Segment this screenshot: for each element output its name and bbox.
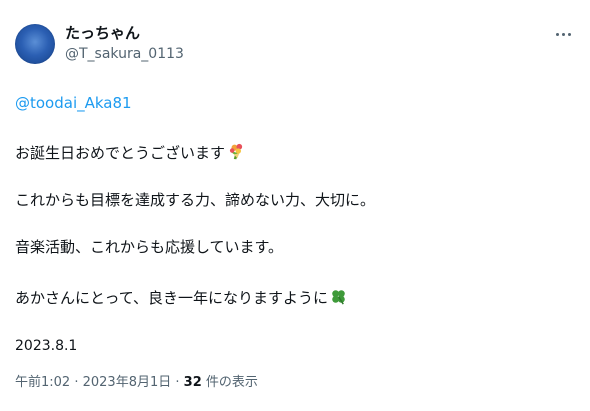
separator: · [171, 375, 184, 390]
tweet-text: あかさんにとって、良き一年になりますように [15, 289, 329, 307]
views-count[interactable]: 32 [184, 375, 202, 390]
tweet-text-line: 音楽活動、これからも応援しています。 [15, 238, 284, 256]
more-options-icon-dot [561, 32, 565, 36]
tweet-metadata: 午前1:02 · 2023年8月1日 · 32 件の表示 [15, 374, 258, 392]
more-options-icon [555, 32, 559, 36]
user-handle[interactable]: @T_sakura_0113 [65, 45, 184, 63]
tweet-text: お誕生日おめでとうございます [15, 144, 226, 162]
mention-link[interactable]: @toodai_Aka81 [15, 93, 132, 113]
avatar[interactable] [15, 24, 55, 64]
more-options-button[interactable] [552, 26, 574, 42]
four-leaf-clover-emoji [329, 287, 348, 311]
bouquet-emoji [226, 142, 245, 166]
tweet-text-line: これからも目標を達成する力、諦めない力、大切に。 [15, 191, 376, 209]
tweet-text-line: お誕生日おめでとうございます [15, 142, 245, 166]
separator: · [70, 375, 83, 390]
tweet-card: たっちゃん @T_sakura_0113 @toodai_Aka81 お誕生日お… [0, 0, 590, 411]
tweet-time[interactable]: 午前1:02 [15, 375, 70, 390]
views-label: 件の表示 [201, 375, 258, 390]
tweet-date-text: 2023.8.1 [15, 338, 78, 354]
tweet-date[interactable]: 2023年8月1日 [83, 375, 172, 390]
tweet-text-line: あかさんにとって、良き一年になりますように [15, 287, 348, 311]
display-name[interactable]: たっちゃん [65, 24, 140, 42]
more-options-icon-dot [567, 32, 571, 36]
